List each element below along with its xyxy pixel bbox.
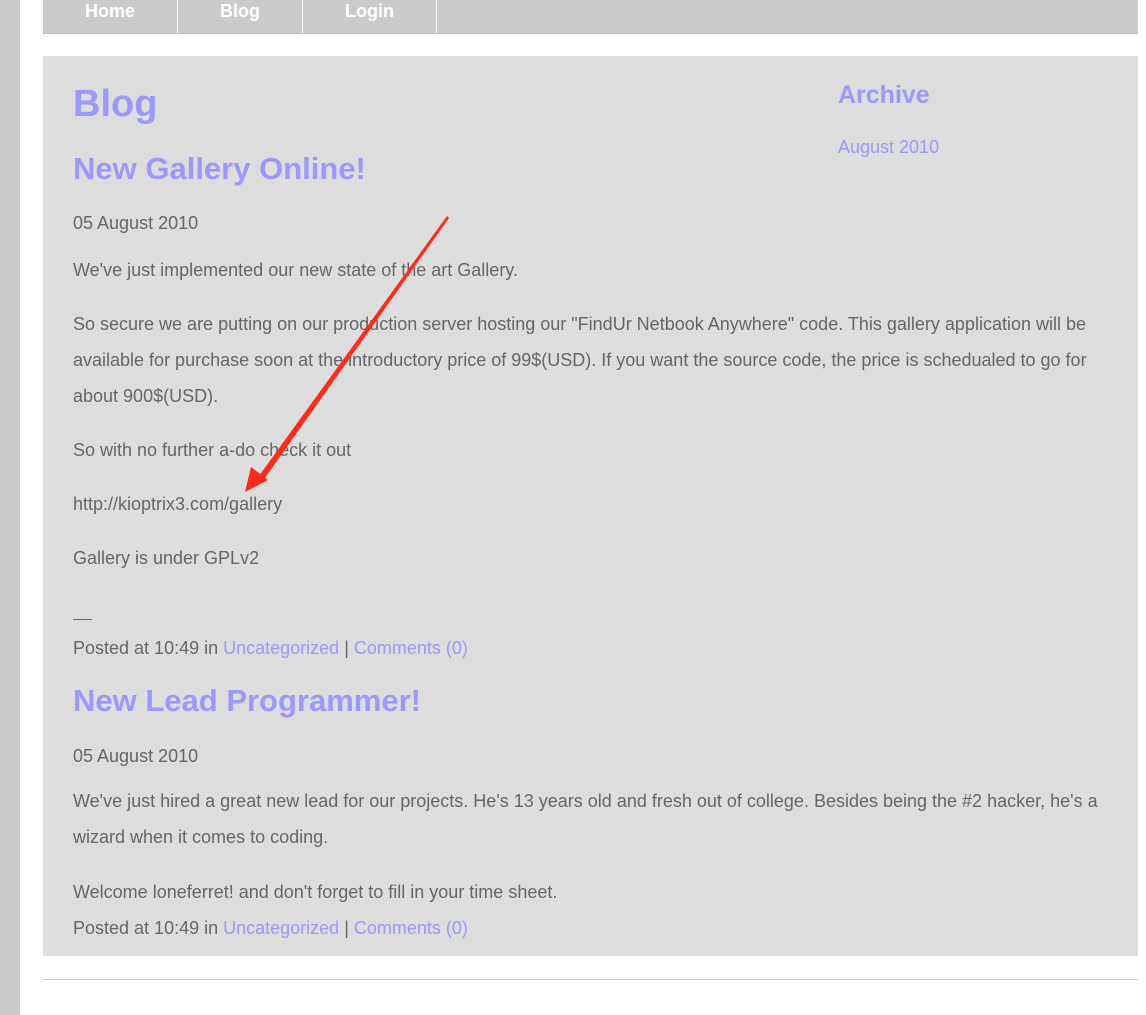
page-title: Blog <box>73 83 158 125</box>
post-separator <box>73 619 92 620</box>
footer-divider <box>43 979 1138 980</box>
content-area: Blog Archive August 2010 New Gallery Onl… <box>43 56 1138 956</box>
archive-august-2010-link[interactable]: August 2010 <box>838 136 939 158</box>
post-date: 05 August 2010 <box>73 746 199 766</box>
category-link[interactable]: Uncategorized <box>223 918 339 938</box>
top-nav: Home Blog Login <box>43 0 1138 34</box>
post-footer: Posted at 10:49 in Uncategorized | Comme… <box>73 917 468 939</box>
post-paragraph: So with no further a-do check it out <box>73 440 352 460</box>
posted-at-text: Posted at 10:49 in <box>73 638 224 658</box>
comments-link[interactable]: Comments (0) <box>354 638 468 658</box>
gallery-url-text: http://kioptrix3.com/gallery <box>73 494 283 514</box>
post-title-lead-programmer[interactable]: New Lead Programmer! <box>73 682 421 720</box>
nav-blog-link[interactable]: Blog <box>178 0 303 33</box>
category-link[interactable]: Uncategorized <box>223 638 339 658</box>
footer-separator: | <box>339 638 354 658</box>
post-paragraph: We've just hired a great new lead for ou… <box>73 791 1098 847</box>
nav-login-link[interactable]: Login <box>303 0 437 33</box>
post-title-gallery[interactable]: New Gallery Online! <box>73 150 366 188</box>
post-paragraph: We've just implemented our new state of … <box>73 260 518 280</box>
posted-at-text: Posted at 10:49 in <box>73 918 224 938</box>
post-paragraph: Welcome loneferret! and don't forget to … <box>73 882 558 902</box>
nav-home-link[interactable]: Home <box>43 0 178 33</box>
post-footer: Posted at 10:49 in Uncategorized | Comme… <box>73 637 468 659</box>
post-paragraph: Gallery is under GPLv2 <box>73 548 260 568</box>
post-date: 05 August 2010 <box>73 213 199 233</box>
post-paragraph: So secure we are putting on our producti… <box>73 314 1087 406</box>
comments-link[interactable]: Comments (0) <box>354 918 468 938</box>
footer-separator: | <box>339 918 354 938</box>
left-border-bar <box>0 0 20 1015</box>
archive-heading: Archive <box>838 81 930 109</box>
